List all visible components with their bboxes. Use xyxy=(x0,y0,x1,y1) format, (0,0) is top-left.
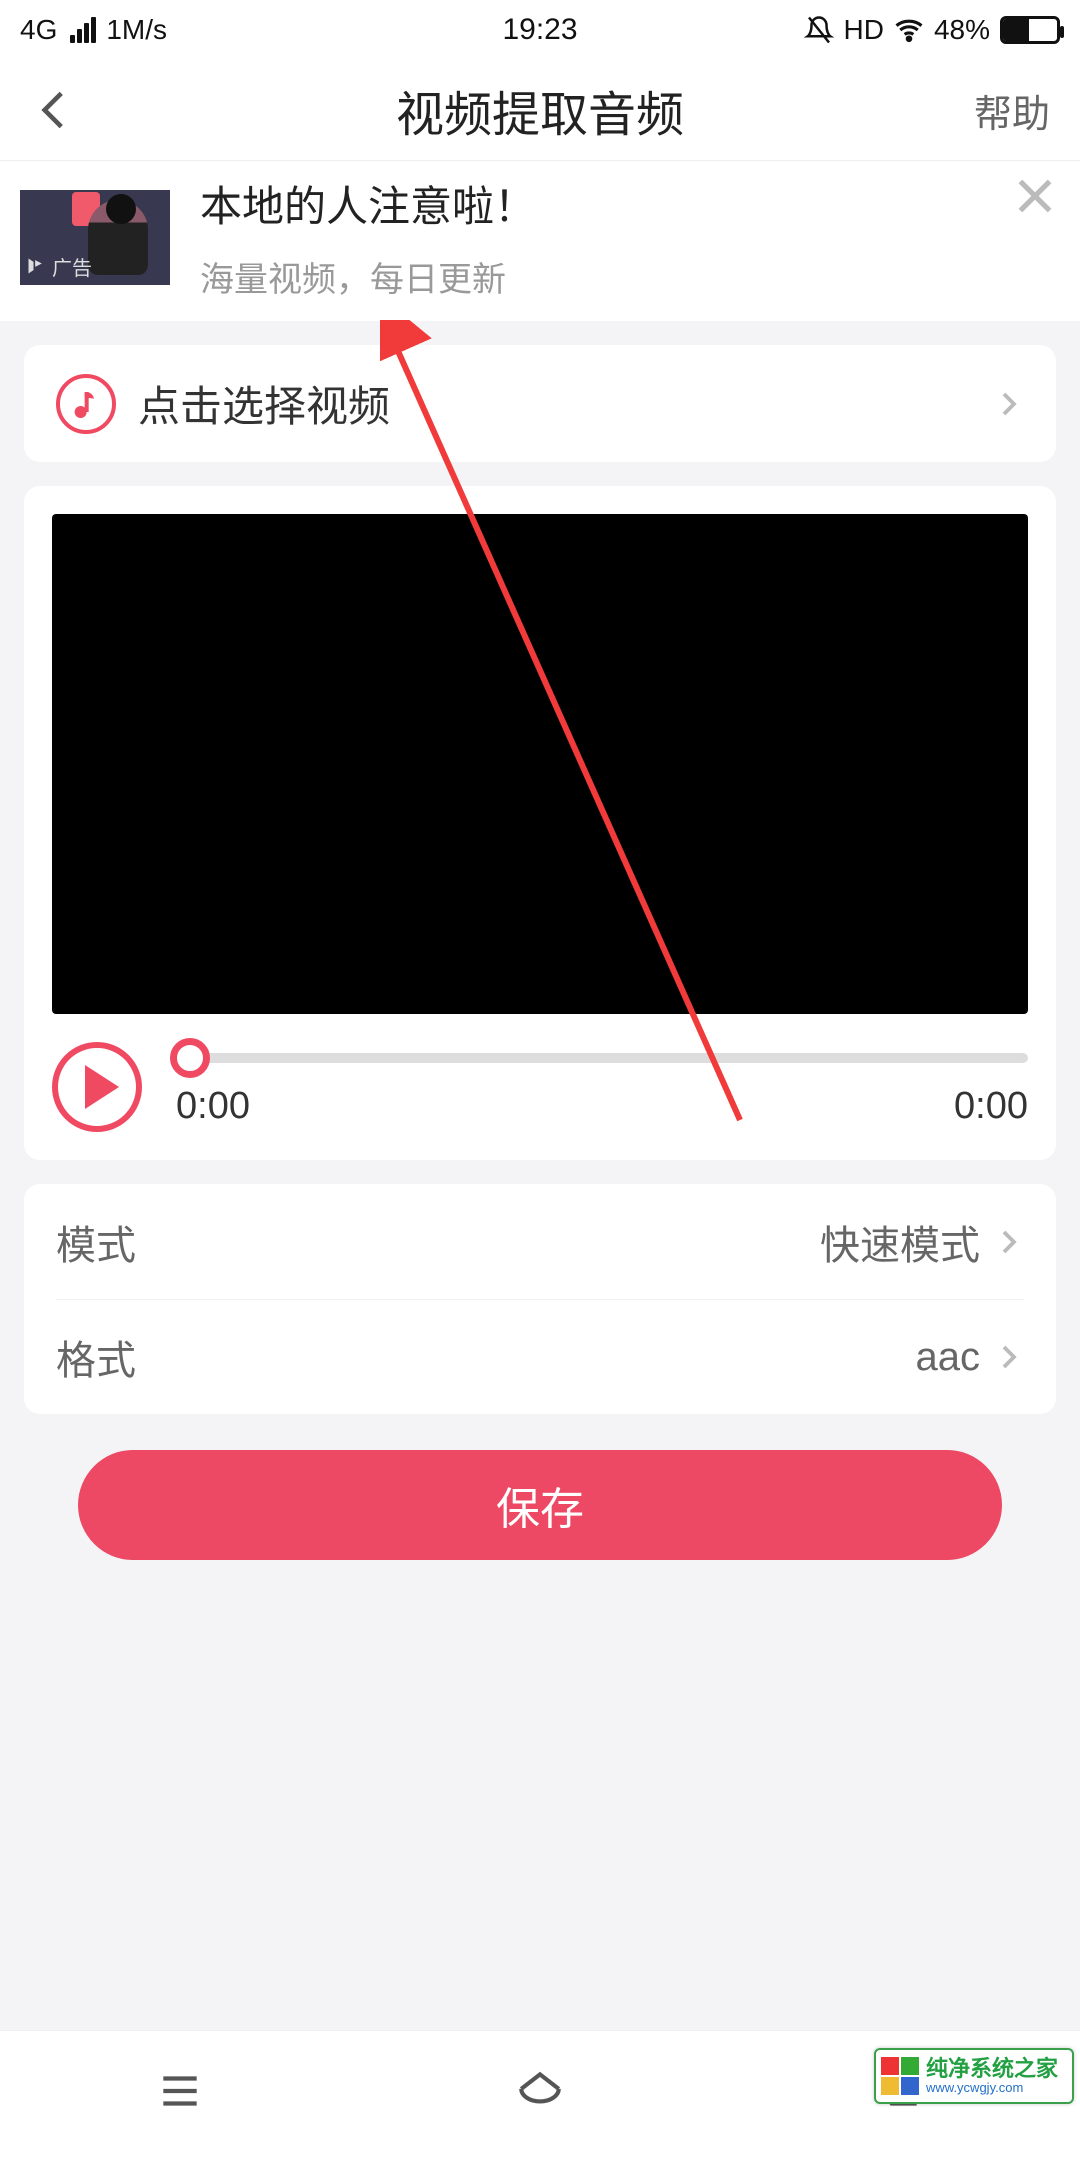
network-label: 4G xyxy=(20,14,57,46)
battery-pct: 48% xyxy=(934,14,990,46)
select-video-label: 点击选择视频 xyxy=(138,373,390,434)
mute-icon xyxy=(804,15,834,45)
ad-text: 本地的人注意啦！ 海量视频，每日更新 xyxy=(200,173,1060,301)
save-button[interactable]: 保存 xyxy=(78,1450,1002,1560)
watermark: 纯净系统之家 www.ycwgjy.com xyxy=(874,2048,1074,2104)
play-button[interactable] xyxy=(52,1042,142,1132)
status-bar: 4G 1M/s 19:23 HD 48% xyxy=(0,0,1080,60)
battery-icon xyxy=(1000,16,1060,44)
settings-card: 模式 快速模式 格式 aac xyxy=(24,1184,1056,1414)
progress-knob[interactable] xyxy=(170,1038,210,1078)
help-button[interactable]: 帮助 xyxy=(974,83,1050,138)
status-left: 4G 1M/s xyxy=(20,14,167,46)
watermark-icon xyxy=(880,2056,920,2096)
format-label: 格式 xyxy=(56,1328,136,1386)
music-icon xyxy=(56,374,116,434)
watermark-line2: www.ycwgjy.com xyxy=(926,2081,1058,2095)
page-title: 视频提取音频 xyxy=(396,75,684,145)
watermark-line1: 纯净系统之家 xyxy=(926,2057,1058,2081)
select-video-row[interactable]: 点击选择视频 xyxy=(24,345,1056,462)
menu-icon[interactable] xyxy=(145,2066,215,2116)
progress-slider[interactable] xyxy=(176,1053,1028,1063)
hd-label: HD xyxy=(844,14,884,46)
wifi-icon xyxy=(894,15,924,45)
preview-card: 0:00 0:00 xyxy=(24,486,1056,1160)
back-icon[interactable] xyxy=(30,85,80,135)
ad-title: 本地的人注意啦！ xyxy=(200,173,1060,234)
video-preview[interactable] xyxy=(52,514,1028,1014)
chevron-right-icon xyxy=(994,389,1024,419)
home-icon[interactable] xyxy=(505,2066,575,2116)
ad-banner[interactable]: 广告 本地的人注意啦！ 海量视频，每日更新 xyxy=(0,160,1080,321)
close-icon[interactable] xyxy=(1010,171,1060,221)
format-value: aac xyxy=(916,1335,981,1380)
time-total: 0:00 xyxy=(954,1085,1028,1128)
chevron-right-icon xyxy=(994,1227,1024,1257)
mode-row[interactable]: 模式 快速模式 xyxy=(56,1184,1024,1299)
speed-label: 1M/s xyxy=(106,14,167,46)
status-right: HD 48% xyxy=(804,14,1061,46)
player-row: 0:00 0:00 xyxy=(52,1042,1028,1132)
ad-thumbnail: 广告 xyxy=(20,190,170,285)
status-time: 19:23 xyxy=(502,13,577,47)
time-current: 0:00 xyxy=(176,1085,250,1128)
chevron-right-icon xyxy=(994,1342,1024,1372)
signal-icon xyxy=(70,17,96,43)
mode-value: 快速模式 xyxy=(820,1213,980,1271)
play-icon xyxy=(85,1065,119,1109)
ad-subtitle: 海量视频，每日更新 xyxy=(200,252,1060,301)
mode-label: 模式 xyxy=(56,1213,136,1271)
top-nav: 视频提取音频 帮助 xyxy=(0,60,1080,160)
ad-tag: 广告 xyxy=(26,252,92,281)
format-row[interactable]: 格式 aac xyxy=(56,1299,1024,1414)
